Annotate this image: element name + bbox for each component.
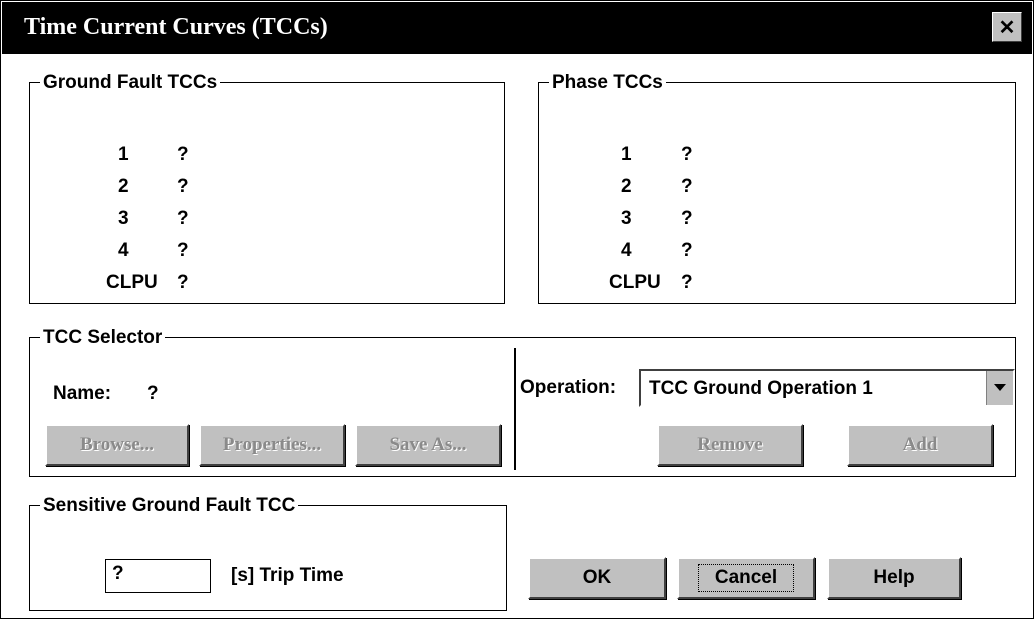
phase-label: Phase TCCs <box>549 72 666 94</box>
name-value: ? <box>147 383 159 404</box>
phase-value-3: ? <box>681 208 693 229</box>
tcc-selector-label: TCC Selector <box>40 327 166 349</box>
phase-value-2: ? <box>681 176 693 197</box>
phase-value-clpu: ? <box>681 272 693 293</box>
cancel-button-label: Cancel <box>697 564 795 592</box>
ok-button-label: OK <box>582 567 612 588</box>
operation-select-value: TCC Ground Operation 1 <box>649 378 873 399</box>
remove-button[interactable]: Remove <box>657 424 803 466</box>
operation-label: Operation: <box>520 377 617 398</box>
browse-button[interactable]: Browse... <box>45 424 189 466</box>
ground-key-clpu: CLPU <box>106 272 158 293</box>
phase-key-3: 3 <box>621 208 632 229</box>
chevron-down-icon[interactable] <box>986 371 1013 405</box>
name-label: Name: <box>53 383 112 404</box>
ground-key-3: 3 <box>118 208 129 229</box>
phase-key-clpu: CLPU <box>609 272 661 293</box>
ok-button[interactable]: OK <box>528 557 666 599</box>
selector-divider <box>514 348 516 470</box>
phase-value-4: ? <box>681 240 693 261</box>
ground-key-4: 4 <box>118 240 129 261</box>
ground-fault-label: Ground Fault TCCs <box>40 72 221 94</box>
phase-group: Phase TCCs <box>538 72 1016 304</box>
ground-value-clpu: ? <box>177 272 189 293</box>
ground-value-4: ? <box>177 240 189 261</box>
ground-fault-group: Ground Fault TCCs <box>29 72 505 304</box>
ground-value-1: ? <box>177 144 189 165</box>
close-icon[interactable]: ✕ <box>992 12 1022 42</box>
trip-time-label: [s] Trip Time <box>231 565 344 586</box>
ground-value-2: ? <box>177 176 189 197</box>
sensitive-ground-label: Sensitive Ground Fault TCC <box>40 495 299 517</box>
tcc-dialog: Time Current Curves (TCCs) ✕ Ground Faul… <box>0 0 1034 619</box>
phase-key-1: 1 <box>621 144 632 165</box>
browse-button-label: Browse... <box>79 434 155 455</box>
properties-button[interactable]: Properties... <box>199 424 345 466</box>
phase-value-1: ? <box>681 144 693 165</box>
title-bar: Time Current Curves (TCCs) ✕ <box>2 2 1032 54</box>
properties-button-label: Properties... <box>222 434 322 455</box>
operation-select[interactable]: TCC Ground Operation 1 <box>639 369 1015 407</box>
cancel-button[interactable]: Cancel <box>677 557 815 599</box>
help-button-label: Help <box>873 567 915 588</box>
ground-key-2: 2 <box>118 176 129 197</box>
trip-time-input[interactable]: ? <box>105 559 211 593</box>
save-as-button-label: Save As... <box>389 434 467 455</box>
phase-key-4: 4 <box>621 240 632 261</box>
window-title: Time Current Curves (TCCs) <box>24 14 328 40</box>
add-button[interactable]: Add <box>847 424 993 466</box>
add-button-label: Add <box>902 434 938 455</box>
remove-button-label: Remove <box>697 434 763 455</box>
sensitive-ground-group: Sensitive Ground Fault TCC <box>29 495 507 611</box>
phase-key-2: 2 <box>621 176 632 197</box>
ground-value-3: ? <box>177 208 189 229</box>
ground-key-1: 1 <box>118 144 129 165</box>
help-button[interactable]: Help <box>827 557 961 599</box>
save-as-button[interactable]: Save As... <box>355 424 501 466</box>
